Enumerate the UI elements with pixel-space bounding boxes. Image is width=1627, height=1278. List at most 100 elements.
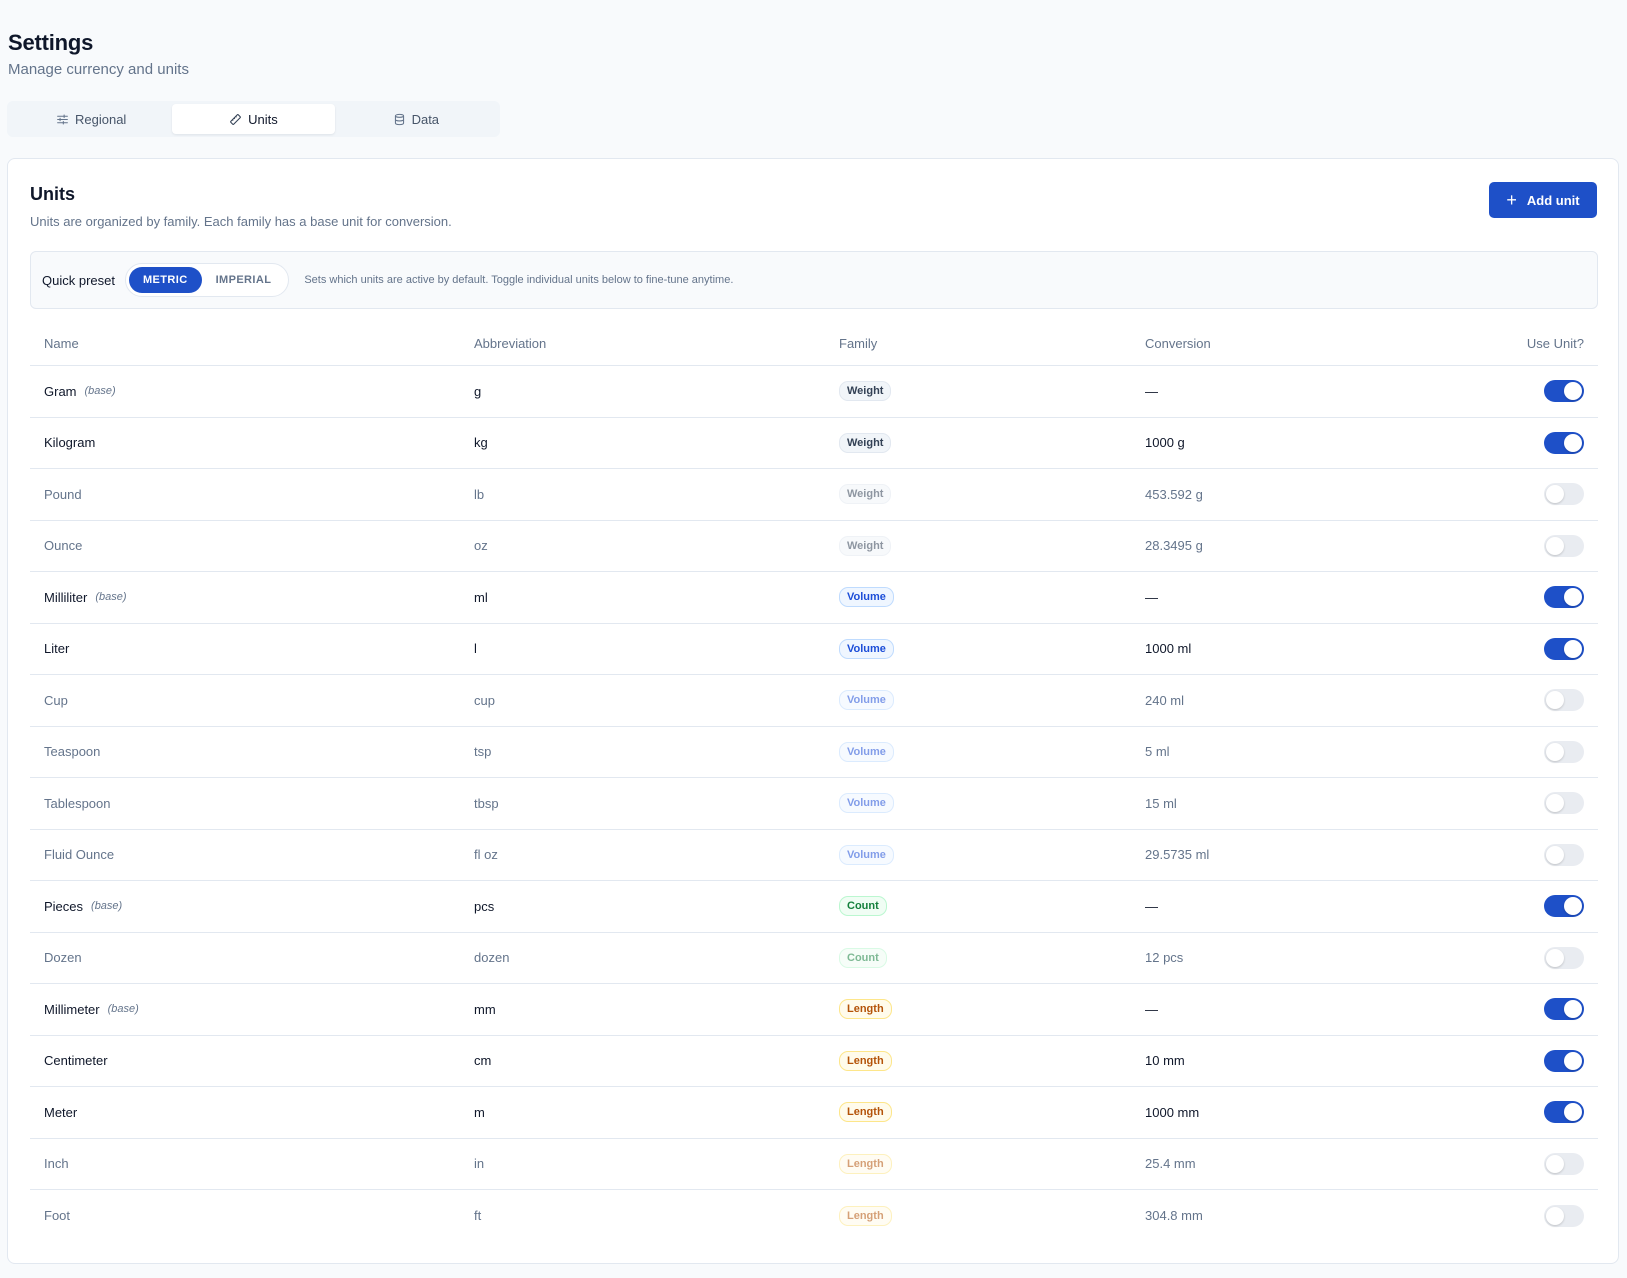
unit-use-cell — [1438, 998, 1598, 1021]
table-row: Millimeter (base) mm Length — — [30, 984, 1598, 1036]
unit-name: Fluid Ounce — [44, 847, 115, 863]
unit-conversion: 304.8 mm — [1145, 1208, 1203, 1224]
unit-use-cell — [1438, 431, 1598, 454]
unit-name: Liter — [44, 641, 70, 657]
preset-toggle: METRIC IMPERIAL — [124, 263, 290, 297]
unit-name-cell: Liter — [30, 641, 474, 656]
unit-conversion: — — [1145, 898, 1158, 914]
family-badge: Weight — [839, 535, 892, 556]
family-badge: Volume — [839, 690, 894, 711]
unit-name: Milliliter — [44, 589, 88, 605]
toggle-knob — [1564, 1103, 1582, 1122]
table-row: Kilogram kg Weight 1000 g — [30, 418, 1598, 469]
table-row: Pound lb Weight 453.592 g — [30, 469, 1598, 521]
unit-name: Ounce — [44, 538, 83, 554]
use-unit-toggle[interactable] — [1544, 946, 1584, 969]
table-row: Gram (base) g Weight — — [30, 366, 1598, 418]
table-row: Pieces (base) pcs Count — — [30, 881, 1598, 933]
unit-use-cell — [1438, 689, 1598, 712]
unit-abbreviation: l — [474, 641, 477, 657]
table-row: Teaspoon tsp Volume 5 ml — [30, 727, 1598, 778]
unit-use-cell — [1438, 380, 1598, 403]
quick-preset-label: Quick preset — [42, 272, 115, 288]
unit-abbreviation: cup — [474, 692, 495, 708]
unit-name-cell: Pieces (base) — [30, 899, 474, 914]
use-unit-toggle[interactable] — [1544, 1152, 1584, 1175]
toggle-knob — [1546, 485, 1564, 504]
tab-units[interactable]: Units — [172, 104, 335, 134]
unit-name-cell: Kilogram — [30, 435, 474, 450]
unit-abbreviation: cm — [474, 1053, 492, 1069]
unit-name: Foot — [44, 1208, 71, 1224]
use-unit-toggle[interactable] — [1544, 792, 1584, 815]
unit-conversion: 1000 mm — [1145, 1104, 1200, 1120]
unit-family-cell: Volume — [839, 793, 1145, 814]
unit-use-cell — [1438, 1049, 1598, 1072]
unit-abbreviation: tbsp — [474, 795, 499, 811]
table-row: Foot ft Length 304.8 mm — [30, 1190, 1598, 1242]
use-unit-toggle[interactable] — [1544, 380, 1584, 403]
unit-family-cell: Count — [839, 896, 1145, 917]
preset-metric-button[interactable]: METRIC — [128, 267, 202, 293]
table-row: Ounce oz Weight 28.3495 g — [30, 521, 1598, 572]
preset-imperial-button[interactable]: IMPERIAL — [202, 267, 286, 293]
unit-conversion: — — [1145, 383, 1158, 399]
unit-name-cell: Millimeter (base) — [30, 1002, 474, 1017]
unit-family-cell: Weight — [839, 535, 1145, 556]
col-abbreviation-header: Abbreviation — [474, 335, 547, 351]
add-unit-button[interactable]: + Add unit — [1489, 182, 1597, 218]
unit-conversion: 15 ml — [1145, 795, 1177, 811]
use-unit-toggle[interactable] — [1544, 534, 1584, 557]
preset-hint: Sets which units are active by default. … — [304, 274, 734, 286]
unit-abbreviation: g — [474, 383, 482, 399]
plus-icon: + — [1506, 190, 1517, 210]
family-badge: Volume — [839, 638, 894, 659]
unit-conversion: — — [1145, 1001, 1158, 1017]
unit-family-cell: Length — [839, 999, 1145, 1020]
unit-name: Cup — [44, 692, 68, 708]
tab-data[interactable]: Data — [335, 104, 497, 134]
unit-conversion: — — [1145, 589, 1158, 605]
toggle-knob — [1546, 1206, 1564, 1225]
units-card-description: Units are organized by family. Each fami… — [30, 214, 452, 229]
tab-regional[interactable]: Regional — [10, 104, 172, 134]
unit-conversion: 29.5735 ml — [1145, 847, 1210, 863]
quick-preset-bar: Quick preset METRIC IMPERIAL Sets which … — [30, 251, 1598, 309]
use-unit-toggle[interactable] — [1544, 431, 1584, 454]
use-unit-toggle[interactable] — [1544, 637, 1584, 660]
use-unit-toggle[interactable] — [1544, 689, 1584, 712]
table-row: Centimeter cm Length 10 mm — [30, 1036, 1598, 1087]
unit-abbreviation: dozen — [474, 950, 510, 966]
use-unit-toggle[interactable] — [1544, 1204, 1584, 1227]
unit-name: Pound — [44, 486, 82, 502]
use-unit-toggle[interactable] — [1544, 586, 1584, 609]
units-card-title: Units — [30, 184, 75, 204]
unit-family-cell: Volume — [839, 587, 1145, 608]
use-unit-toggle[interactable] — [1544, 1049, 1584, 1072]
unit-use-cell — [1438, 792, 1598, 815]
table-row: Fluid Ounce fl oz Volume 29.5735 ml — [30, 830, 1598, 881]
family-badge: Weight — [839, 484, 892, 505]
unit-name-cell: Pound — [30, 487, 474, 502]
units-table: Name Abbreviation Family Conversion Use … — [30, 321, 1598, 1242]
toggle-knob — [1546, 536, 1564, 555]
unit-use-cell — [1438, 740, 1598, 763]
unit-abbreviation: fl oz — [474, 847, 498, 863]
unit-conversion: 240 ml — [1145, 692, 1185, 708]
toggle-knob — [1564, 588, 1582, 607]
unit-conversion: 12 pcs — [1145, 950, 1184, 966]
family-badge: Weight — [839, 432, 892, 453]
table-row: Dozen dozen Count 12 pcs — [30, 933, 1598, 984]
use-unit-toggle[interactable] — [1544, 895, 1584, 918]
unit-name: Centimeter — [44, 1053, 108, 1069]
use-unit-toggle[interactable] — [1544, 740, 1584, 763]
toggle-knob — [1564, 433, 1582, 452]
unit-name-cell: Foot — [30, 1208, 474, 1223]
unit-name-cell: Gram (base) — [30, 384, 474, 399]
use-unit-toggle[interactable] — [1544, 998, 1584, 1021]
unit-name-cell: Meter — [30, 1105, 474, 1120]
unit-family-cell: Volume — [839, 690, 1145, 711]
use-unit-toggle[interactable] — [1544, 1101, 1584, 1124]
use-unit-toggle[interactable] — [1544, 843, 1584, 866]
use-unit-toggle[interactable] — [1544, 483, 1584, 506]
